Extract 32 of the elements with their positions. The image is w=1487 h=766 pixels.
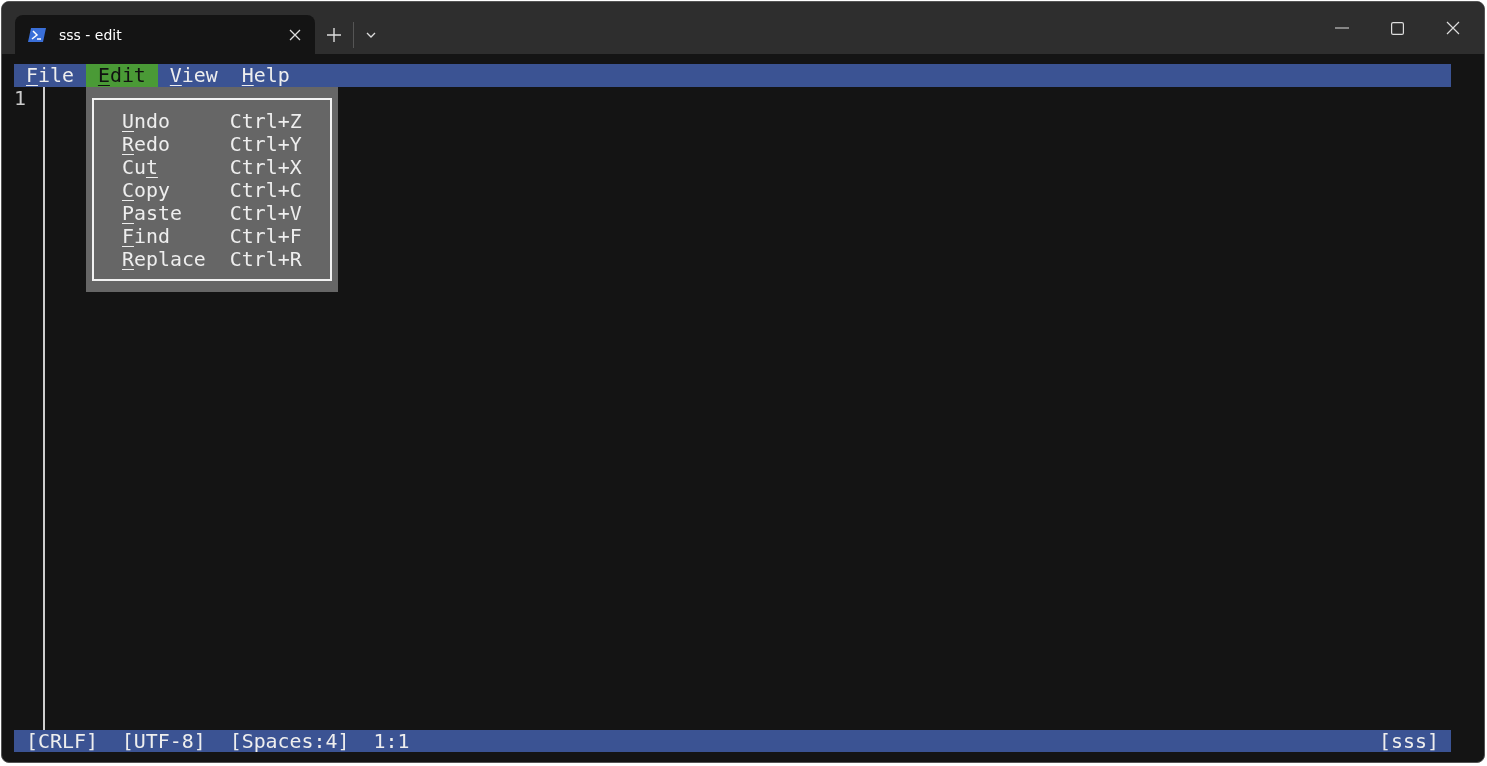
chevron-down-icon[interactable] — [366, 31, 376, 38]
tab-title: sss - edit — [59, 26, 123, 43]
menu-item[interactable]: Replace — [122, 248, 206, 271]
menu-item[interactable]: File — [14, 64, 86, 87]
menu-item[interactable]: Edit — [85, 64, 158, 87]
shortcut-label: Ctrl+V — [229, 202, 302, 225]
plus-icon[interactable] — [327, 27, 341, 42]
close-icon[interactable] — [1446, 21, 1460, 35]
menu-item[interactable]: Undo — [122, 110, 206, 133]
shortcut-label: Ctrl+Z — [229, 110, 302, 133]
status-item: 1:1 — [373, 729, 410, 753]
shortcut-label: Ctrl+Y — [229, 133, 302, 156]
status-item: [UTF-8] — [121, 729, 206, 753]
line-number: 1 — [14, 87, 27, 110]
status-item: [sss] — [1379, 729, 1439, 753]
menu-item[interactable]: Help — [229, 64, 302, 87]
menu-item[interactable]: Copy — [122, 179, 206, 202]
menu-item[interactable]: Cut — [122, 156, 206, 179]
status-item: [CRLF] — [26, 729, 98, 753]
shortcut-label: Ctrl+F — [229, 225, 302, 248]
terminal-tab[interactable]: sss - edit — [15, 15, 315, 54]
close-icon[interactable] — [289, 28, 301, 41]
maximize-icon[interactable] — [1391, 21, 1404, 35]
shortcut-label: Ctrl+X — [229, 156, 302, 179]
shortcut-label: Ctrl+R — [229, 248, 302, 271]
menu-item[interactable]: Find — [122, 225, 206, 248]
shortcut-label: Ctrl+C — [229, 179, 302, 202]
menu-item[interactable]: Redo — [122, 133, 206, 156]
menu-item[interactable]: View — [157, 64, 230, 87]
status-item: [Spaces:4] — [229, 729, 350, 753]
terminal-icon — [27, 26, 47, 43]
menu-item[interactable]: Paste — [122, 202, 206, 225]
